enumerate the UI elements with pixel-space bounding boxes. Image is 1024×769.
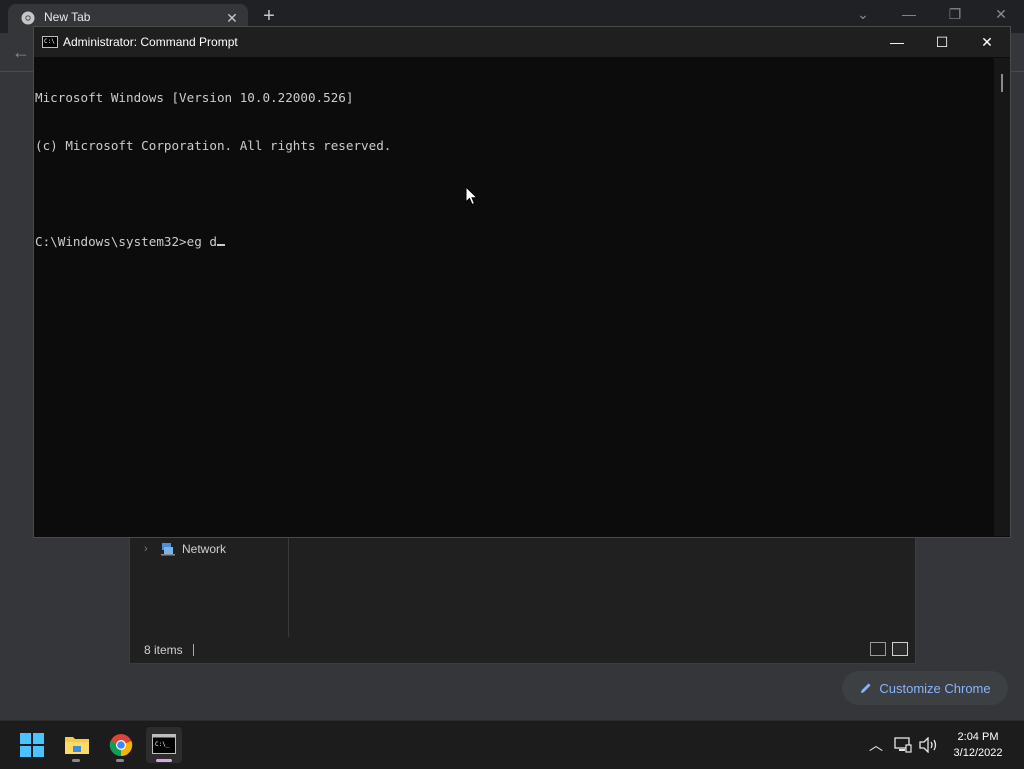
cmd-titlebar[interactable]: C:\ Administrator: Command Prompt — ☐ ✕ [34,27,1010,57]
vertical-scrollbar[interactable] [994,58,1010,536]
running-indicator [72,759,80,762]
volume-icon [919,737,937,753]
customize-chrome-button[interactable]: Customize Chrome [842,671,1008,705]
minimize-button[interactable]: — [874,27,920,57]
chrome-icon [109,734,133,757]
console-output[interactable]: Microsoft Windows [Version 10.0.22000.52… [35,58,995,536]
clock-time: 2:04 PM [957,731,999,743]
item-count: 8 items [144,643,183,657]
show-hidden-icons-button[interactable]: ︿ [866,721,886,769]
command-prompt-icon: C:\ [42,36,58,48]
running-indicator [116,759,124,762]
file-explorer-window: › Network 8 items [129,536,916,664]
scrollbar-thumb[interactable] [1001,74,1003,92]
command-prompt-window[interactable]: C:\ Administrator: Command Prompt — ☐ ✕ … [33,26,1011,538]
taskbar-chrome[interactable] [103,727,139,763]
ethernet-icon [894,737,912,753]
file-explorer-icon [65,737,89,754]
svg-text:C:\_: C:\_ [155,741,170,748]
back-button[interactable]: ← [10,41,32,63]
chrome-minimize-button[interactable]: — [895,4,923,24]
status-bar: 8 items [130,637,915,663]
volume-button[interactable] [918,721,940,769]
chevron-right-icon[interactable]: › [144,543,154,555]
network-status-button[interactable] [893,721,913,769]
chevron-up-icon: ︿ [869,737,883,753]
new-tab-button[interactable]: + [258,6,280,28]
command-prompt-icon: C:\_ [152,734,176,754]
clock-date: 3/12/2022 [953,747,1003,759]
close-button[interactable]: ✕ [964,27,1010,57]
taskbar: C:\_ ︿ 2:04 PM 3/12/2022 [0,720,1024,769]
prompt-input[interactable]: C:\Windows\system32>eg d [35,234,217,249]
nav-item-label: Network [182,542,227,556]
console-line: (c) Microsoft Corporation. All rights re… [35,138,392,153]
clock[interactable]: 2:04 PM 3/12/2022 [948,729,1008,761]
maximize-button[interactable]: ☐ [919,27,965,57]
window-title: Administrator: Command Prompt [63,35,238,49]
tab-search-button[interactable]: ⌄ [849,4,877,24]
active-indicator [156,759,172,762]
console-line: Microsoft Windows [Version 10.0.22000.52… [35,90,354,105]
navigation-pane: › Network [130,537,289,637]
mouse-pointer-icon [465,186,479,206]
text-cursor [216,244,225,246]
taskbar-file-explorer[interactable] [59,727,95,763]
start-button[interactable] [14,727,50,763]
pencil-icon [861,683,871,693]
status-divider [192,644,194,656]
tab-close-icon[interactable]: ✕ [224,10,240,26]
large-icons-view-icon[interactable] [892,642,908,656]
chrome-close-button[interactable]: ✕ [987,4,1015,24]
taskbar-command-prompt[interactable]: C:\_ [146,727,182,763]
customize-chrome-label: Customize Chrome [879,680,991,696]
chrome-favicon-icon [21,11,35,25]
network-icon [161,543,175,556]
windows-start-icon [20,733,44,757]
chrome-restore-button[interactable]: ❐ [941,4,969,24]
tab-title: New Tab [44,10,91,24]
nav-item-network[interactable]: › Network [144,542,226,556]
console-prompt-line[interactable]: C:\Windows\system32>eg d [35,234,995,250]
details-view-icon[interactable] [870,642,886,656]
